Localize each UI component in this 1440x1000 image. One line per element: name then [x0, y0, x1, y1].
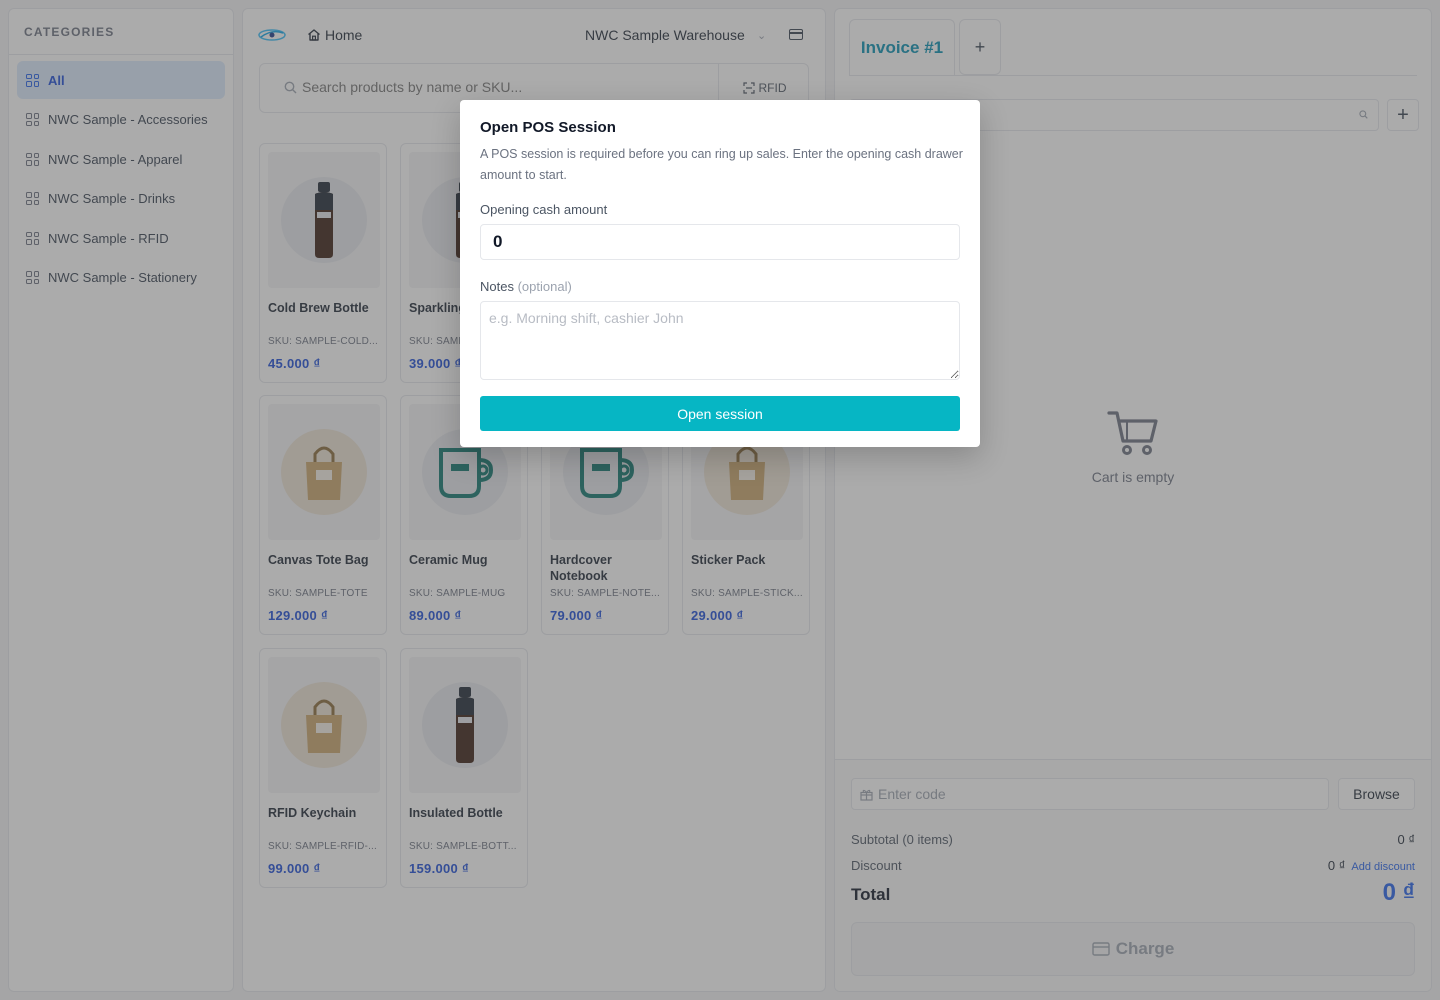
notes-label-group: Notes (optional): [480, 279, 572, 294]
notes-label: Notes: [480, 279, 514, 294]
open-session-dialog: Open POS Session A POS session is requir…: [460, 100, 980, 447]
dialog-title: Open POS Session: [480, 119, 616, 136]
notes-optional-label: (optional): [517, 279, 572, 294]
cash-amount-label: Opening cash amount: [480, 202, 608, 217]
dialog-description: A POS session is required before you can…: [480, 147, 963, 182]
notes-textarea[interactable]: [480, 301, 960, 380]
open-session-button[interactable]: Open session: [480, 396, 960, 431]
opening-cash-input[interactable]: [480, 224, 960, 260]
